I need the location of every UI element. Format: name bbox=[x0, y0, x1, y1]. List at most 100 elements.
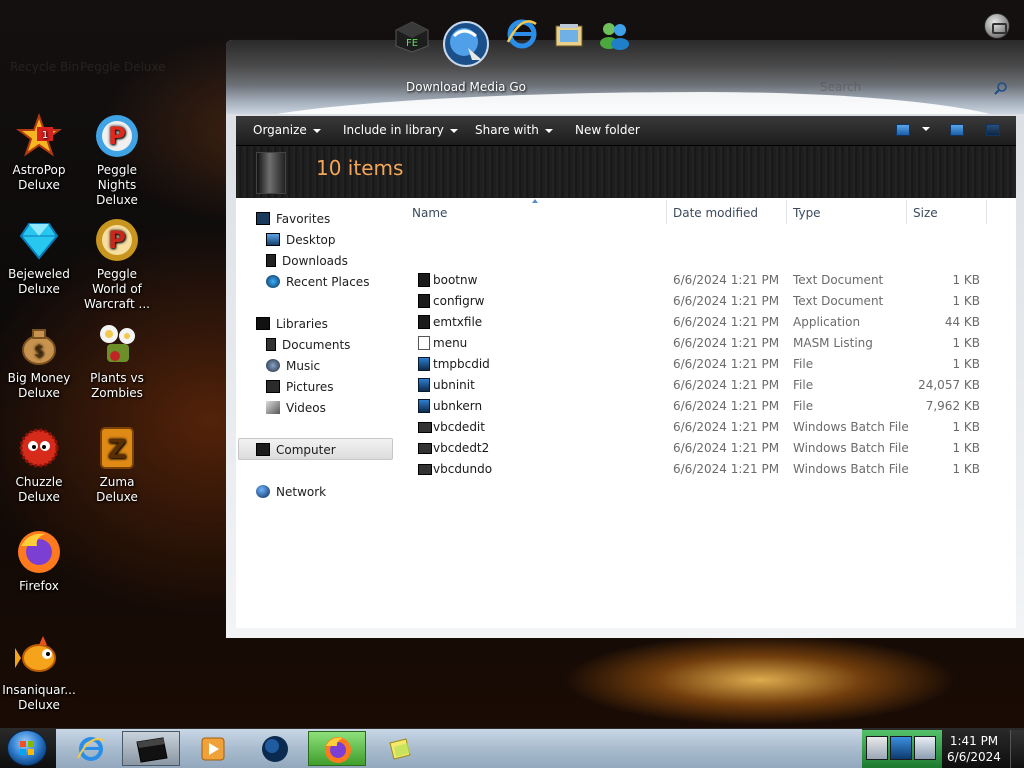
svg-text:FE: FE bbox=[406, 38, 418, 49]
taskbar-firefox[interactable] bbox=[308, 731, 366, 766]
column-divider[interactable] bbox=[906, 200, 907, 224]
nav-desktop[interactable]: Desktop bbox=[266, 233, 336, 247]
media-player-icon bbox=[201, 737, 225, 761]
desktop-icon-label: Bejeweled Deluxe bbox=[8, 267, 70, 296]
include-in-library-button[interactable]: Include in library bbox=[343, 123, 458, 137]
column-header-date-modified[interactable]: Date modified bbox=[673, 206, 758, 220]
taskbar-sticky-notes[interactable] bbox=[370, 731, 428, 766]
desktop-ghost-label: Peggle Deluxe bbox=[80, 60, 166, 74]
nav-downloads[interactable]: Downloads bbox=[266, 254, 348, 268]
peggle-nights-icon: P bbox=[93, 112, 141, 160]
download-media-go-icon[interactable] bbox=[442, 20, 490, 72]
nav-libraries[interactable]: Libraries bbox=[256, 317, 328, 331]
network-globe-icon bbox=[256, 485, 270, 498]
start-button[interactable] bbox=[7, 730, 47, 766]
desktop-icon-label: Chuzzle Deluxe bbox=[15, 475, 63, 504]
preview-pane-icon[interactable] bbox=[950, 124, 964, 136]
view-options-button[interactable] bbox=[916, 121, 930, 135]
desktop-icon-plants-zombies[interactable]: Plants vs Zombies bbox=[78, 320, 156, 401]
file-row[interactable]: tmpbcdid 6/6/2024 1:21 PM File 1 KB bbox=[410, 354, 980, 375]
nav-network[interactable]: Network bbox=[256, 485, 326, 499]
desktop-icon-firefox[interactable]: Firefox bbox=[0, 528, 78, 594]
desktop-ghost-label: Recycle Bin bbox=[10, 60, 80, 74]
batch-file-icon bbox=[418, 422, 432, 433]
column-divider[interactable] bbox=[986, 200, 987, 224]
pictures-icon bbox=[266, 380, 280, 393]
taskbar-media-player[interactable] bbox=[184, 731, 242, 766]
nav-videos[interactable]: Videos bbox=[266, 401, 326, 415]
desktop-icon-bejeweled[interactable]: Bejeweled Deluxe bbox=[0, 216, 78, 297]
change-view-icon[interactable] bbox=[896, 124, 910, 136]
file-row[interactable]: emtxfile 6/6/2024 1:21 PM Application 44… bbox=[410, 312, 980, 333]
taskbar-explorer[interactable] bbox=[122, 731, 180, 766]
desktop-icon-peggle-nights[interactable]: P Peggle Nights Deluxe bbox=[78, 112, 156, 208]
file-row[interactable]: ubninit 6/6/2024 1:21 PM File 24,057 KB bbox=[410, 375, 980, 396]
show-desktop-button[interactable] bbox=[1010, 730, 1024, 768]
column-divider[interactable] bbox=[786, 200, 787, 224]
file-row[interactable]: configrw 6/6/2024 1:21 PM Text Document … bbox=[410, 291, 980, 312]
music-icon bbox=[266, 359, 280, 372]
column-header-name[interactable]: Name bbox=[412, 206, 447, 220]
desktop-icon-zuma[interactable]: Z Zuma Deluxe bbox=[78, 424, 156, 505]
briefcase-icon[interactable] bbox=[984, 13, 1010, 39]
help-icon[interactable] bbox=[986, 124, 1000, 136]
desktop-icon-peggle-wow[interactable]: P Peggle World of Warcraft ... bbox=[78, 216, 156, 312]
network-tray-icon[interactable] bbox=[866, 736, 888, 760]
recent-places-icon bbox=[266, 275, 280, 288]
folder-icon bbox=[256, 152, 286, 194]
downloads-icon bbox=[266, 254, 276, 267]
file-row[interactable]: vbcdedt2 6/6/2024 1:21 PM Windows Batch … bbox=[410, 438, 980, 459]
taskbar-network[interactable] bbox=[246, 731, 304, 766]
internet-explorer-icon[interactable] bbox=[506, 18, 538, 54]
desktop-icon-label: Zuma Deluxe bbox=[96, 475, 138, 504]
share-with-button[interactable]: Share with bbox=[475, 123, 553, 137]
column-header-size[interactable]: Size bbox=[913, 206, 938, 220]
desktop-icon-label: Firefox bbox=[19, 579, 59, 593]
desktop-icon-big-money[interactable]: $ Big Money Deluxe bbox=[0, 320, 78, 401]
media-cube-icon[interactable]: FE bbox=[394, 20, 430, 58]
file-row[interactable]: vbcdedit 6/6/2024 1:21 PM Windows Batch … bbox=[410, 417, 980, 438]
organize-button[interactable]: Organize bbox=[253, 123, 321, 137]
messenger-icon[interactable] bbox=[598, 20, 630, 54]
nav-music[interactable]: Music bbox=[266, 359, 320, 373]
file-row[interactable]: menu 6/6/2024 1:21 PM MASM Listing 1 KB bbox=[410, 333, 980, 354]
desktop-icon-label: Peggle Nights Deluxe bbox=[96, 163, 138, 207]
desktop-icon-label: Big Money Deluxe bbox=[7, 371, 71, 400]
column-divider[interactable] bbox=[666, 200, 667, 224]
svg-text:1: 1 bbox=[42, 130, 48, 141]
star-icon bbox=[256, 212, 270, 225]
generic-file-icon bbox=[418, 357, 430, 371]
dock-item-label: Download Media Go bbox=[406, 80, 526, 94]
astropop-icon: 1 bbox=[15, 112, 63, 160]
new-folder-button[interactable]: New folder bbox=[575, 123, 640, 137]
chevron-down-icon bbox=[449, 128, 458, 133]
file-row[interactable]: ubnkern 6/6/2024 1:21 PM File 7,962 KB bbox=[410, 396, 980, 417]
desktop-icon-insaniquarium[interactable]: Insaniquar... Deluxe bbox=[0, 632, 78, 713]
taskbar-clock[interactable]: 1:41 PM 6/6/2024 bbox=[940, 733, 1008, 765]
photo-viewer-icon[interactable] bbox=[554, 22, 584, 52]
videos-icon bbox=[266, 401, 280, 414]
search-icon[interactable] bbox=[994, 80, 1008, 95]
search-input[interactable]: Search bbox=[820, 80, 861, 94]
file-row[interactable]: vbcdundo 6/6/2024 1:21 PM Windows Batch … bbox=[410, 459, 980, 480]
nav-favorites[interactable]: Favorites bbox=[256, 212, 330, 226]
display-tray-icon[interactable] bbox=[890, 736, 912, 760]
taskbar-internet-explorer[interactable] bbox=[62, 731, 120, 766]
explorer-window[interactable]: Search Organize Include in library Share… bbox=[226, 40, 1024, 638]
content-area: Favorites Desktop Downloads Recent Place… bbox=[236, 198, 1016, 628]
nav-documents[interactable]: Documents bbox=[266, 338, 350, 352]
nav-pictures[interactable]: Pictures bbox=[266, 380, 334, 394]
desktop-icon-astropop[interactable]: 1 AstroPop Deluxe bbox=[0, 112, 78, 193]
nav-recent-places[interactable]: Recent Places bbox=[266, 275, 369, 289]
file-row[interactable]: bootnw 6/6/2024 1:21 PM Text Document 1 … bbox=[410, 270, 980, 291]
batch-file-icon bbox=[418, 443, 432, 454]
nav-computer[interactable]: Computer bbox=[256, 443, 336, 457]
text-document-icon bbox=[418, 273, 430, 287]
chuzzle-icon bbox=[15, 424, 63, 472]
volume-tray-icon[interactable] bbox=[914, 736, 936, 760]
desktop-icon-chuzzle[interactable]: Chuzzle Deluxe bbox=[0, 424, 78, 505]
folder-header: 10 items bbox=[236, 146, 1016, 198]
chevron-down-icon bbox=[922, 126, 930, 131]
computer-icon bbox=[256, 443, 270, 456]
column-header-type[interactable]: Type bbox=[793, 206, 821, 220]
